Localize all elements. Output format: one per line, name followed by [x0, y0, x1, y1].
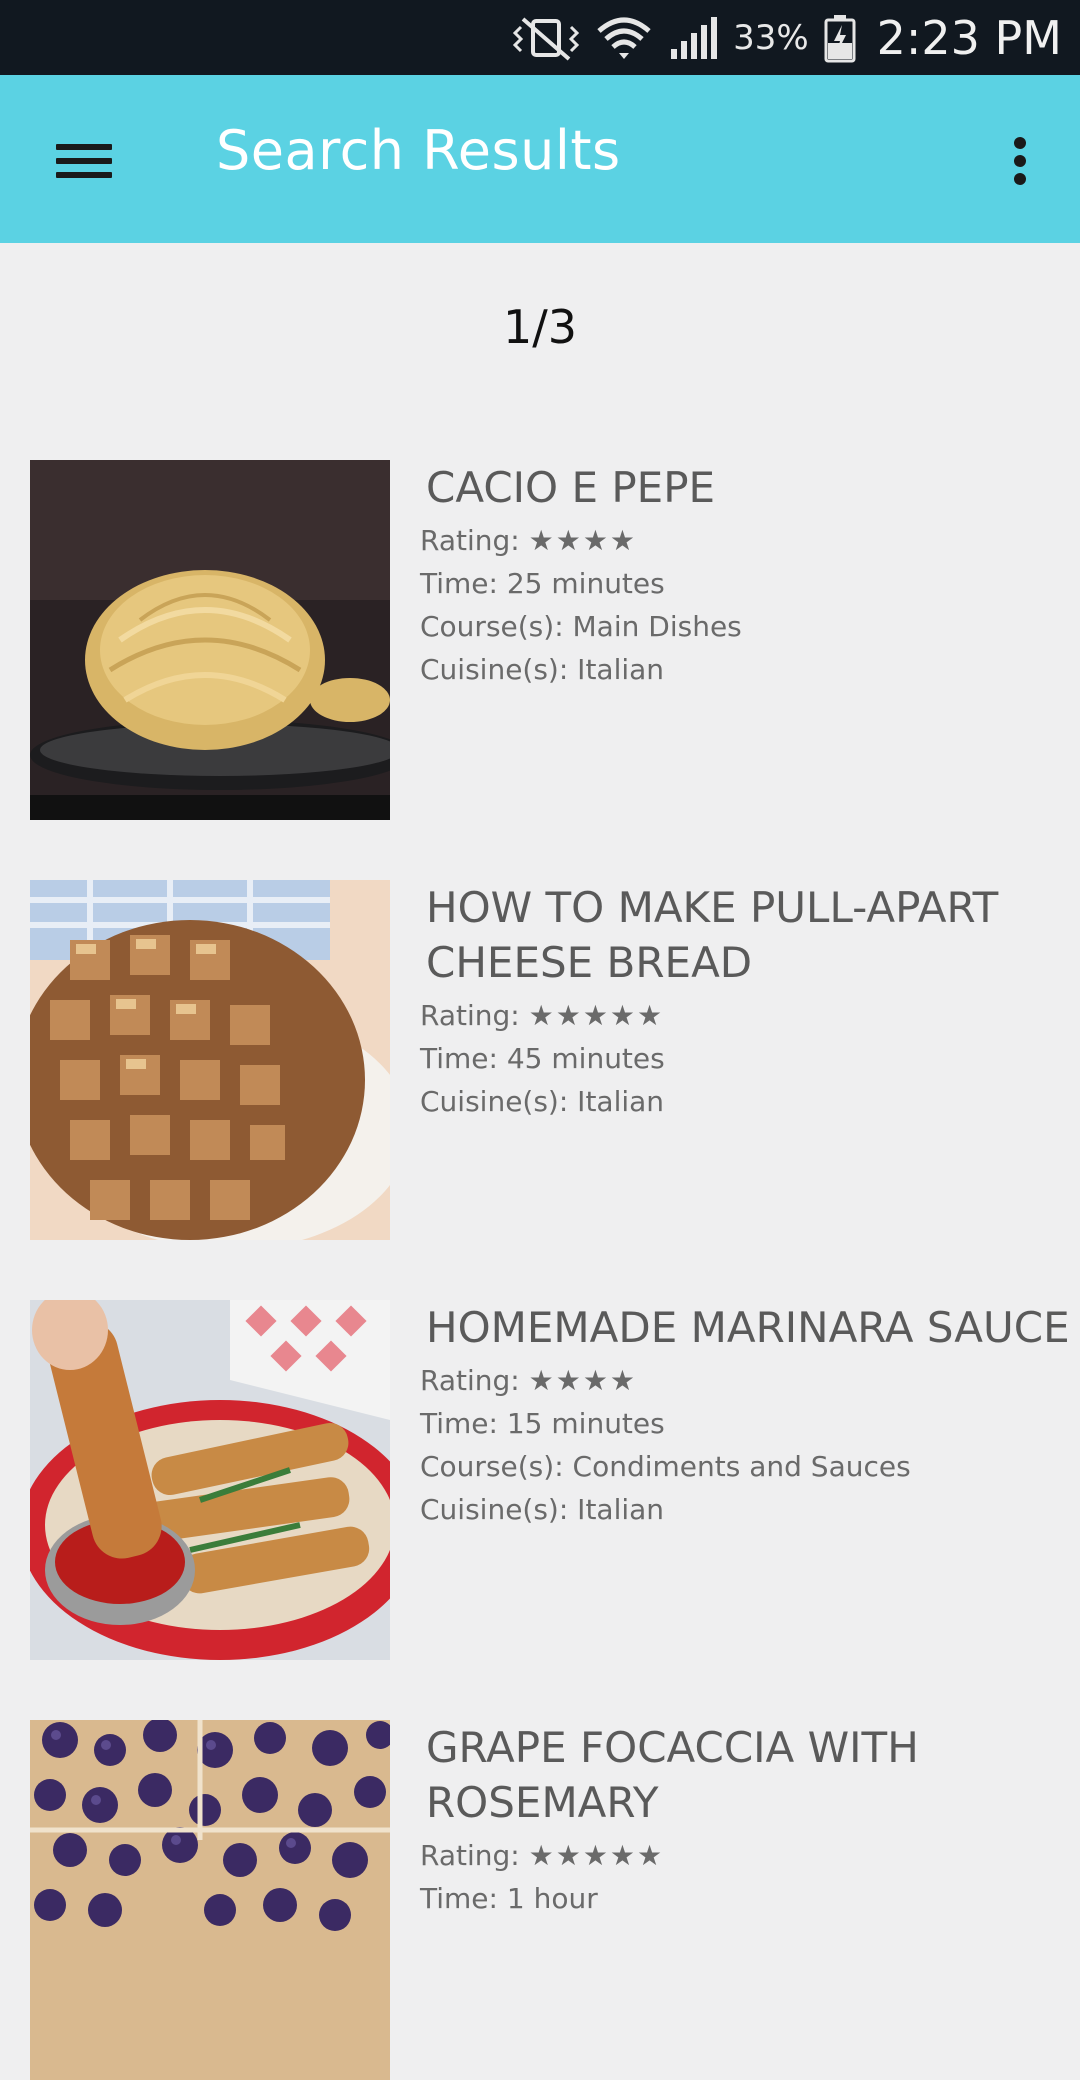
mute-vibrate-icon — [511, 13, 581, 63]
wifi-icon — [595, 13, 653, 63]
status-icons: 33% 2:23 PM — [511, 0, 1062, 75]
recipe-title: CACIO E PEPE — [426, 463, 716, 512]
rating-stars: ★★★★ — [528, 1364, 638, 1397]
recipe-time: Time: 15 minutes — [420, 1407, 665, 1440]
rating-stars: ★★★★ — [528, 524, 638, 557]
recipe-info: CACIO E PEPE Rating: ★★★★ Time: 25 minut… — [420, 460, 1080, 691]
recipe-cuisine: Cuisine(s): Italian — [420, 1085, 665, 1118]
page-title: Search Results — [216, 119, 621, 182]
hamburger-menu-icon[interactable] — [44, 130, 124, 190]
recipe-title: HOW TO MAKE PULL-APART CHEESE BREAD — [426, 883, 999, 987]
recipe-thumbnail — [30, 460, 390, 820]
recipe-course: Course(s): Condiments and Sauces — [420, 1450, 911, 1483]
rating-label: Rating: — [420, 1364, 520, 1397]
status-bar: 33% 2:23 PM — [0, 0, 1080, 75]
recipe-time: Time: 25 minutes — [420, 567, 665, 600]
recipe-thumbnail — [30, 1300, 390, 1660]
app-bar: Search Results — [0, 75, 1080, 243]
recipe-cuisine: Cuisine(s): Italian — [420, 653, 665, 686]
list-item[interactable]: GRAPE FOCACCIA WITH ROSEMARY Rating: ★★★… — [0, 1720, 1080, 2080]
recipe-rating: Rating: ★★★★★ — [420, 994, 1080, 1037]
recipe-info: GRAPE FOCACCIA WITH ROSEMARY Rating: ★★★… — [420, 1720, 1080, 1920]
more-vertical-icon[interactable] — [990, 125, 1050, 195]
page-indicator: 1/3 — [502, 300, 578, 354]
rating-stars: ★★★★★ — [528, 999, 665, 1032]
recipe-thumbnail — [30, 880, 390, 1240]
signal-icon — [667, 13, 719, 63]
recipe-rating: Rating: ★★★★ — [420, 1359, 1080, 1402]
list-item[interactable]: HOW TO MAKE PULL-APART CHEESE BREAD Rati… — [0, 880, 1080, 1240]
recipe-thumbnail — [30, 1720, 390, 2080]
rating-label: Rating: — [420, 999, 520, 1032]
recipe-time: Time: 45 minutes — [420, 1042, 665, 1075]
recipe-course: Course(s): Main Dishes — [420, 610, 742, 643]
recipe-info: HOMEMADE MARINARA SAUCE Rating: ★★★★ Tim… — [420, 1300, 1080, 1531]
recipe-title: HOMEMADE MARINARA SAUCE — [426, 1303, 1070, 1352]
recipe-title: GRAPE FOCACCIA WITH ROSEMARY — [426, 1723, 919, 1827]
rating-label: Rating: — [420, 524, 520, 557]
list-item[interactable]: CACIO E PEPE Rating: ★★★★ Time: 25 minut… — [0, 460, 1080, 820]
recipe-cuisine: Cuisine(s): Italian — [420, 1493, 665, 1526]
battery-charging-icon — [823, 13, 857, 63]
list-item[interactable]: HOMEMADE MARINARA SAUCE Rating: ★★★★ Tim… — [0, 1300, 1080, 1660]
recipe-rating: Rating: ★★★★★ — [420, 1834, 1080, 1877]
recipe-time: Time: 1 hour — [420, 1882, 598, 1915]
recipe-info: HOW TO MAKE PULL-APART CHEESE BREAD Rati… — [420, 880, 1080, 1123]
recipe-rating: Rating: ★★★★ — [420, 519, 1080, 562]
rating-stars: ★★★★★ — [528, 1839, 665, 1872]
rating-label: Rating: — [420, 1839, 520, 1872]
battery-percent: 33% — [733, 17, 809, 58]
status-time: 2:23 PM — [876, 10, 1062, 65]
